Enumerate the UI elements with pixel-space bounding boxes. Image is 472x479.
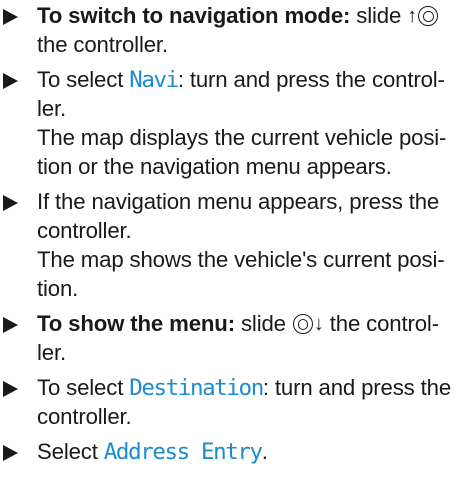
step-result-line: tion or the navigation menu appears. [37, 154, 392, 179]
right-triangle-bullet-icon [3, 445, 18, 461]
slide-up-arrow-icon: ↑ [407, 5, 418, 27]
slide-down-arrow-icon: ↓ [313, 313, 324, 335]
manual-page: To switch to navigation mode: slide ↑ th… [0, 0, 472, 479]
step-line: To select Destination: turn and press th… [37, 373, 451, 403]
step-line: controller. [37, 404, 132, 429]
step-heading: To show the menu: [37, 311, 235, 336]
step-line: controller. [37, 218, 132, 243]
step-text: the control- [323, 311, 439, 336]
step-line: the controller. [37, 32, 168, 57]
step-text: slide [350, 3, 408, 28]
right-triangle-bullet-icon [3, 195, 18, 211]
step-text: . [261, 439, 268, 464]
display-term: Destination [129, 375, 264, 401]
step-text: : turn and press the [262, 375, 452, 400]
right-triangle-bullet-icon [3, 73, 18, 89]
step-result-line: tion. [37, 276, 79, 301]
step-line: To select Navi: turn and press the contr… [37, 65, 445, 95]
right-triangle-bullet-icon [3, 381, 18, 397]
step-text: Select [37, 439, 104, 464]
step-line: ler. [37, 96, 66, 121]
step-line: If the navigation menu appears, press th… [37, 189, 440, 214]
right-triangle-bullet-icon [3, 317, 18, 333]
step-line: ler. [37, 340, 66, 365]
step-result-line: The map displays the current vehicle pos… [37, 125, 447, 150]
display-term: Navi [129, 67, 179, 93]
display-term: Address Entry [103, 439, 263, 465]
step-text: To select [37, 375, 130, 400]
step-heading: To switch to navigation mode: [37, 3, 351, 28]
step-line: To switch to navigation mode: slide ↑ [37, 1, 439, 31]
step-result-line: The map shows the vehicle's current posi… [37, 247, 445, 272]
slide-up-controller-icon [417, 5, 439, 27]
step-line: Select Address Entry. [37, 437, 268, 467]
right-triangle-bullet-icon [3, 9, 18, 25]
step-line: To show the menu: slide ↓ the control- [37, 309, 439, 339]
step-text: : turn and press the control- [177, 67, 445, 92]
step-text: To select [37, 67, 130, 92]
step-text: slide [234, 311, 292, 336]
slide-down-controller-icon [292, 313, 314, 335]
